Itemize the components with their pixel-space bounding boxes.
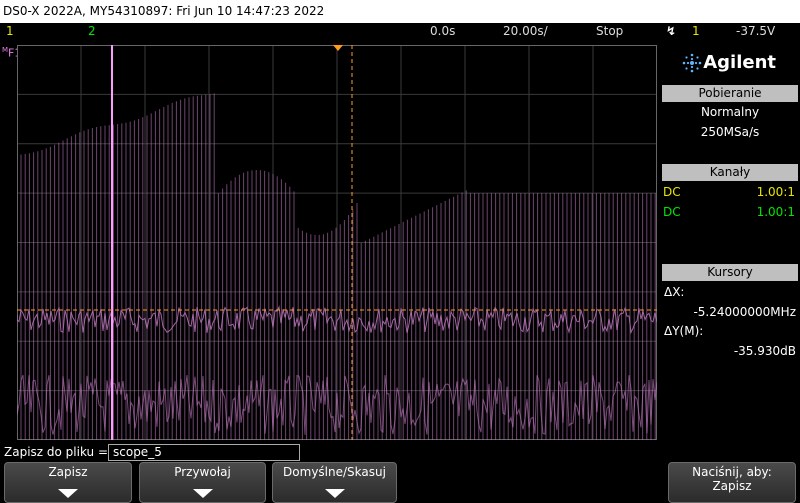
trigger-source: 1 <box>692 24 700 38</box>
arrow-down-icon <box>192 489 213 498</box>
press-to-save-softkey[interactable]: Naciśnij, aby: Zapisz <box>668 462 796 503</box>
window-title: DS0-X 2022A, MY54310897: Fri Jun 10 14:4… <box>3 4 325 18</box>
channel-2-row: DC 1.00:1 <box>662 204 796 220</box>
time-offset: 0.0s <box>430 24 456 38</box>
trigger-position-marker <box>333 45 343 51</box>
cursor-dx-label: ΔX: <box>664 285 685 299</box>
press-to-save-label-2: Zapisz <box>712 479 752 493</box>
channel-1-row: DC 1.00:1 <box>662 184 796 200</box>
waveform-display[interactable] <box>17 45 657 440</box>
cursor-dy-value: -35.930dB <box>733 344 796 358</box>
channel-1-coupling: DC <box>663 185 681 199</box>
cursor-dx-value: -5.24000000MHz <box>693 305 796 319</box>
agilent-spark-icon <box>682 53 702 73</box>
file-name-input[interactable]: scope_5 <box>108 444 300 461</box>
channel-1-probe: 1.00:1 <box>756 185 795 199</box>
channel-2-indicator[interactable]: 2 <box>88 23 96 40</box>
sample-rate: 250MSa/s <box>700 125 760 139</box>
brand-logo: Agilent <box>660 45 798 81</box>
trigger-level: -37.5V <box>736 24 776 38</box>
channel-2-probe: 1.00:1 <box>756 205 795 219</box>
save-softkey-label: Zapisz <box>48 465 88 479</box>
channel-1-indicator[interactable]: 1 <box>6 23 14 40</box>
channels-header: Kanały <box>662 164 798 181</box>
save-softkey[interactable]: Zapisz <box>4 462 132 503</box>
side-panel: Agilent Pobieranie Normalny 250MSa/s Kan… <box>660 45 800 440</box>
file-name-label: Zapisz do pliku = <box>4 445 109 459</box>
default-erase-softkey-label: Domyślne/Skasuj <box>283 465 386 479</box>
status-bar: 1 2 0.0s 20.00s/ Stop ↯ 1 -37.5V <box>0 23 800 40</box>
brand-name: Agilent <box>703 52 776 73</box>
press-to-save-label-1: Naciśnij, aby: <box>692 465 772 479</box>
cursor-dy-label: ΔY(M): <box>664 324 704 338</box>
trigger-edge-icon: ↯ <box>666 24 677 38</box>
recall-softkey[interactable]: Przywołaj <box>139 462 266 503</box>
arrow-down-icon <box>58 489 78 498</box>
run-state: Stop <box>596 24 624 38</box>
timebase: 20.00s/ <box>503 24 548 38</box>
cursors-header: Kursory <box>662 264 798 281</box>
waveform-graticule <box>17 45 657 440</box>
acquisition-header: Pobieranie <box>662 85 798 102</box>
file-name-bar: Zapisz do pliku = scope_5 <box>0 443 800 461</box>
recall-softkey-label: Przywołaj <box>174 465 231 479</box>
window-title-bar: DS0-X 2022A, MY54310897: Fri Jun 10 14:4… <box>0 0 800 23</box>
default-erase-softkey[interactable]: Domyślne/Skasuj <box>272 462 397 503</box>
arrow-down-icon <box>324 489 345 498</box>
acquisition-mode: Normalny <box>700 105 760 119</box>
channel-2-coupling: DC <box>663 205 681 219</box>
